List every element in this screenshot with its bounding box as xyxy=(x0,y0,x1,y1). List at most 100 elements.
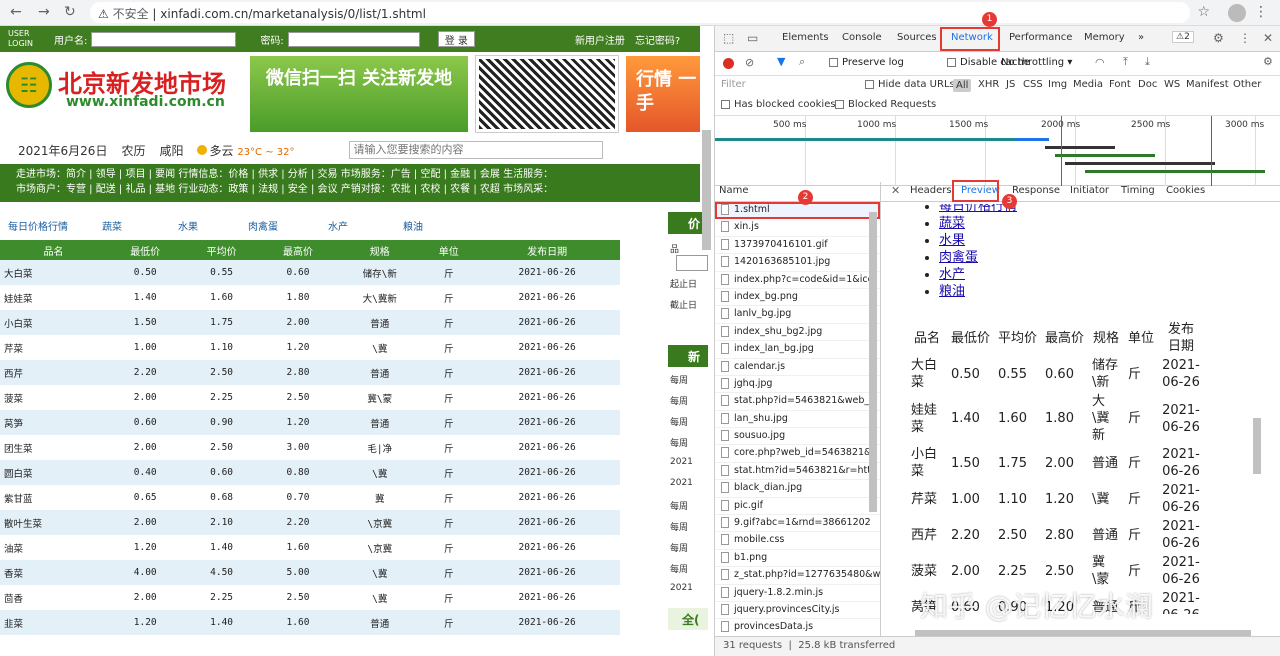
clear-icon[interactable]: ⊘ xyxy=(745,56,754,69)
request-item[interactable]: index_bg.png xyxy=(715,289,880,307)
news-item[interactable]: 每周 xyxy=(668,499,708,520)
request-item[interactable]: 1373970416101.gif xyxy=(715,237,880,255)
upload-icon[interactable]: ⤒ xyxy=(1123,55,1128,69)
main-menu[interactable]: 走进市场：简介 | 领导 | 项目 | 要闻 行情信息：价格 | 供求 | 分析… xyxy=(0,164,700,202)
nav-fruits[interactable]: 水果 xyxy=(178,218,198,233)
browser-menu-icon[interactable]: ⋮ xyxy=(1254,4,1268,20)
news-item[interactable]: 每周 xyxy=(668,415,708,436)
forgot-password-link[interactable]: 忘记密码? xyxy=(635,32,680,47)
request-item[interactable]: xin.js xyxy=(715,219,880,237)
request-item[interactable]: 1.shtml xyxy=(715,202,880,220)
reload-icon[interactable]: ↻ xyxy=(64,4,76,20)
news-item[interactable]: 2021 xyxy=(668,457,708,478)
username-input[interactable] xyxy=(91,31,237,47)
news-item[interactable]: 每周 xyxy=(668,520,708,541)
request-item[interactable]: jghq.jpg xyxy=(715,376,880,394)
request-item[interactable]: stat.htm?id=5463821&r=http xyxy=(715,463,880,481)
request-item[interactable]: 1420163685101.jpg xyxy=(715,254,880,272)
tab-cookies[interactable]: Cookies xyxy=(1166,185,1205,196)
tab-more[interactable]: » xyxy=(1138,32,1144,43)
nav-vegetables[interactable]: 蔬菜 xyxy=(102,218,122,233)
request-item[interactable]: stat.php?id=5463821&web_id xyxy=(715,393,880,411)
search-icon[interactable]: ⌕ xyxy=(799,55,805,69)
filter-input[interactable]: Filter xyxy=(721,79,746,90)
tab-response[interactable]: Response xyxy=(1012,185,1060,196)
news-item[interactable]: 2021 xyxy=(668,583,708,604)
menu-row-1[interactable]: 走进市场：简介 | 领导 | 项目 | 要闻 行情信息：价格 | 供求 | 分析… xyxy=(16,167,700,182)
request-item[interactable]: lan_shu.jpg xyxy=(715,411,880,429)
filter-css[interactable]: CSS xyxy=(1023,79,1043,90)
blocked-requests-checkbox[interactable]: Blocked Requests xyxy=(835,99,936,110)
preview-link[interactable]: 水产 xyxy=(939,267,965,282)
tab-sources[interactable]: Sources xyxy=(897,32,937,43)
all-link[interactable]: 全( xyxy=(668,608,708,630)
tab-headers[interactable]: Headers xyxy=(910,185,952,196)
record-icon[interactable] xyxy=(723,58,734,69)
tab-performance[interactable]: Performance xyxy=(1009,32,1072,43)
request-item[interactable]: core.php?web_id=5463821&s xyxy=(715,445,880,463)
news-item[interactable]: 每周 xyxy=(668,373,708,394)
site-scrollbar[interactable] xyxy=(702,130,711,250)
news-item[interactable]: 每周 xyxy=(668,562,708,583)
device-toolbar-icon[interactable]: ▭ xyxy=(747,31,758,45)
nav-daily-prices[interactable]: 每日价格行情 xyxy=(8,218,68,233)
request-item[interactable]: jquery.provincesCity.js xyxy=(715,602,880,620)
bookmark-star-icon[interactable]: ☆ xyxy=(1197,4,1210,20)
close-detail-icon[interactable]: ✕ xyxy=(891,184,900,197)
menu-row-2[interactable]: 市场商户：专营 | 配送 | 礼品 | 基地 行业动态：政策 | 法规 | 安全… xyxy=(16,182,700,197)
site-search-input[interactable] xyxy=(348,141,603,159)
preview-link[interactable]: 肉禽蛋 xyxy=(939,250,978,265)
wifi-icon[interactable]: ◠ xyxy=(1095,56,1105,69)
filter-manifest[interactable]: Manifest xyxy=(1186,79,1229,90)
forward-icon[interactable]: → xyxy=(38,4,50,20)
news-item[interactable]: 2021 xyxy=(668,478,708,499)
download-icon[interactable]: ⤓ xyxy=(1145,55,1150,69)
blocked-cookies-checkbox[interactable]: Has blocked cookies xyxy=(721,99,836,110)
filter-font[interactable]: Font xyxy=(1109,79,1131,90)
preview-scrollbar[interactable] xyxy=(1253,418,1261,474)
warning-badge[interactable]: ⚠2 xyxy=(1172,31,1194,43)
request-item[interactable]: calendar.js xyxy=(715,359,880,376)
register-link[interactable]: 新用户注册 xyxy=(575,32,625,47)
throttling-select[interactable]: No throttling ▾ xyxy=(1001,57,1072,68)
login-button[interactable]: 登 录 xyxy=(437,31,475,47)
request-item[interactable]: provincesData.js xyxy=(715,619,880,637)
profile-avatar[interactable] xyxy=(1228,4,1246,22)
address-bar[interactable]: ⚠ 不安全 | xinfadi.com.cn/marketanalysis/0/… xyxy=(90,2,1190,23)
wechat-banner[interactable]: 微信扫一扫 关注新发地 xyxy=(250,56,468,132)
password-input[interactable] xyxy=(287,31,420,47)
filter-all[interactable]: All xyxy=(953,79,972,92)
filter-doc[interactable]: Doc xyxy=(1138,79,1157,90)
devtools-menu-icon[interactable]: ⋮ xyxy=(1239,31,1251,45)
request-item[interactable]: b1.png xyxy=(715,550,880,568)
back-icon[interactable]: ← xyxy=(10,4,22,20)
preview-link[interactable]: 蔬菜 xyxy=(939,216,965,231)
request-item[interactable]: 9.gif?abc=1&rnd=38661202 xyxy=(715,515,880,533)
request-item[interactable]: index.php?c=code&id=1&ico xyxy=(715,272,880,289)
settings-gear-icon[interactable]: ⚙ xyxy=(1213,31,1224,45)
request-item[interactable]: mobile.css xyxy=(715,532,880,550)
market-banner[interactable]: 行情 一手 xyxy=(626,56,700,132)
inspect-icon[interactable]: ⬚ xyxy=(723,31,734,45)
network-settings-icon[interactable]: ⚙ xyxy=(1263,55,1273,68)
nav-grain-oil[interactable]: 粮油 xyxy=(403,218,423,233)
preserve-log-checkbox[interactable]: Preserve log xyxy=(829,57,904,68)
news-item[interactable]: 每周 xyxy=(668,541,708,562)
tab-initiator[interactable]: Initiator xyxy=(1070,185,1109,196)
request-list-scrollbar[interactable] xyxy=(869,212,877,512)
news-item[interactable]: 每周 xyxy=(668,394,708,415)
request-item[interactable]: lanlv_bg.jpg xyxy=(715,306,880,324)
tab-memory[interactable]: Memory xyxy=(1084,32,1125,43)
request-item[interactable]: index_lan_bg.jpg xyxy=(715,341,880,359)
nav-meat[interactable]: 肉禽蛋 xyxy=(248,218,278,233)
hide-data-urls-checkbox[interactable]: Hide data URLs xyxy=(865,79,955,90)
preview-link[interactable]: 粮油 xyxy=(939,284,965,299)
filter-js[interactable]: JS xyxy=(1006,79,1015,90)
request-item[interactable]: sousuo.jpg xyxy=(715,428,880,446)
request-item[interactable]: black_dian.jpg xyxy=(715,480,880,498)
filter-xhr[interactable]: XHR xyxy=(978,79,999,90)
tab-timing[interactable]: Timing xyxy=(1121,185,1155,196)
network-timeline[interactable]: 500 ms 1000 ms 1500 ms 2000 ms 2500 ms 3… xyxy=(715,116,1280,186)
filter-other[interactable]: Other xyxy=(1233,79,1261,90)
nav-seafood[interactable]: 水产 xyxy=(328,218,348,233)
